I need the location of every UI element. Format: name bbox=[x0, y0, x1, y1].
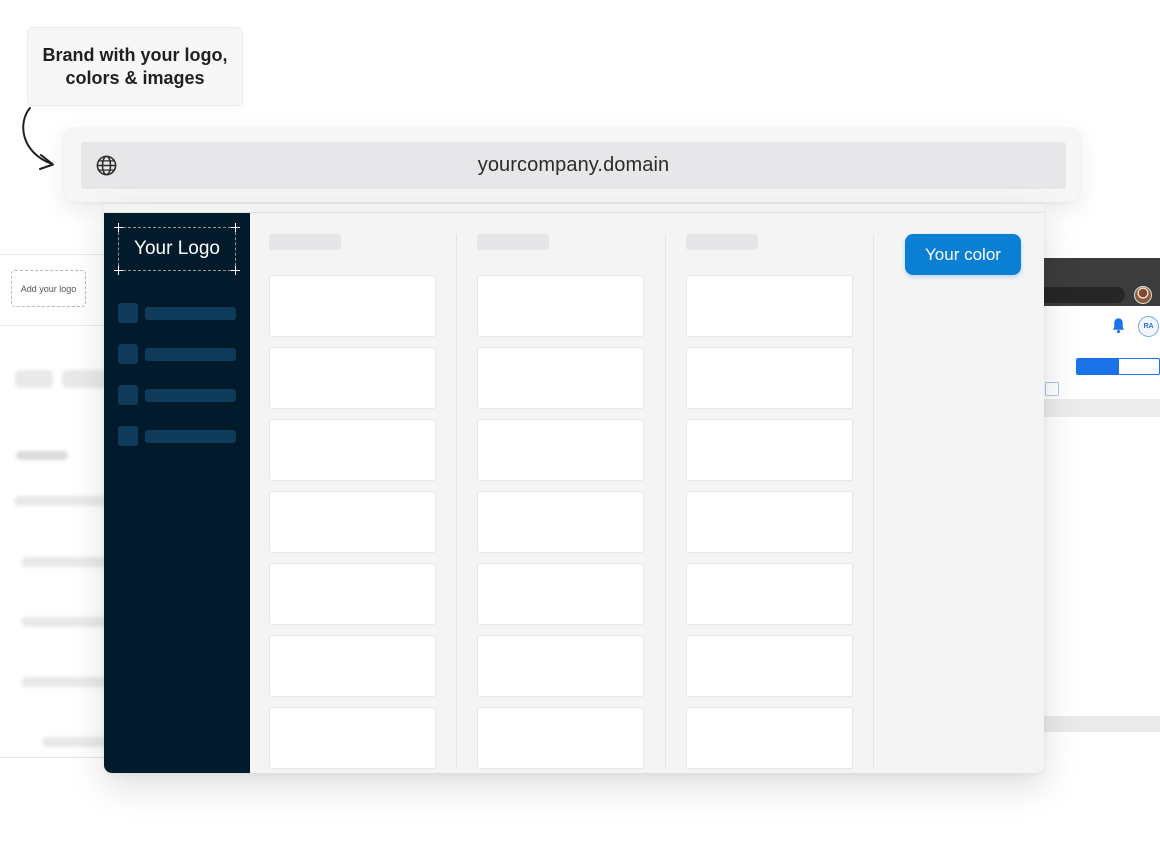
board-card[interactable] bbox=[686, 491, 853, 553]
sidebar-item[interactable] bbox=[118, 344, 236, 364]
crop-mark-icon bbox=[231, 266, 240, 275]
placeholder-bar bbox=[62, 370, 107, 388]
board-card[interactable] bbox=[686, 563, 853, 625]
column-header-placeholder bbox=[269, 234, 341, 250]
avatar[interactable] bbox=[1134, 286, 1152, 304]
board-card[interactable] bbox=[477, 491, 644, 553]
window-top-edge bbox=[104, 204, 1044, 213]
browser-url-bar-frame: yourcompany.domain bbox=[64, 127, 1080, 202]
sidebar-item[interactable] bbox=[118, 426, 236, 446]
board-card[interactable] bbox=[686, 707, 853, 769]
board-card[interactable] bbox=[269, 419, 436, 481]
add-logo-slot[interactable]: Add your logo bbox=[11, 270, 86, 307]
globe-icon bbox=[96, 155, 117, 176]
crop-mark-icon bbox=[114, 223, 123, 232]
sidebar: Your Logo bbox=[104, 213, 250, 773]
board-card[interactable] bbox=[269, 347, 436, 409]
marketing-canvas: Add your logo RA Brand with your logo, c… bbox=[0, 0, 1160, 850]
board-card[interactable] bbox=[269, 707, 436, 769]
board-card[interactable] bbox=[686, 419, 853, 481]
logo-placeholder[interactable]: Your Logo bbox=[118, 227, 236, 271]
board-card[interactable] bbox=[686, 347, 853, 409]
board-card[interactable] bbox=[477, 275, 644, 337]
divider bbox=[0, 325, 120, 326]
board-column bbox=[458, 213, 666, 773]
board-card[interactable] bbox=[269, 491, 436, 553]
nav-icon bbox=[118, 426, 138, 446]
nav-icon bbox=[118, 303, 138, 323]
your-color-button[interactable]: Your color bbox=[905, 234, 1021, 275]
sidebar-item[interactable] bbox=[118, 303, 236, 323]
board-card[interactable] bbox=[477, 347, 644, 409]
placeholder-bar bbox=[16, 451, 68, 460]
url-text: yourcompany.domain bbox=[477, 154, 670, 176]
table-header-strip bbox=[1044, 399, 1160, 417]
board-card[interactable] bbox=[477, 635, 644, 697]
callout-text: Brand with your logo, colors & images bbox=[42, 44, 228, 88]
address-pill bbox=[1030, 287, 1125, 303]
board-column bbox=[667, 213, 875, 773]
board-card[interactable] bbox=[269, 275, 436, 337]
board-card[interactable] bbox=[477, 707, 644, 769]
logo-text: Your Logo bbox=[134, 238, 220, 259]
nav-icon bbox=[118, 385, 138, 405]
bell-icon[interactable] bbox=[1110, 317, 1127, 334]
placeholder-bar bbox=[42, 737, 112, 747]
placeholder-bar bbox=[21, 557, 111, 567]
address-bar[interactable]: yourcompany.domain bbox=[81, 142, 1066, 189]
placeholder-bar bbox=[14, 496, 114, 506]
background-window-right: RA bbox=[1030, 258, 1160, 773]
placeholder-bar bbox=[21, 617, 111, 627]
board-card[interactable] bbox=[477, 419, 644, 481]
nav-icon bbox=[118, 344, 138, 364]
checkbox[interactable] bbox=[1045, 382, 1059, 396]
feature-callout: Brand with your logo, colors & images bbox=[27, 27, 243, 106]
crop-mark-icon bbox=[231, 223, 240, 232]
crop-mark-icon bbox=[114, 266, 123, 275]
board-card[interactable] bbox=[686, 275, 853, 337]
user-initials-avatar[interactable]: RA bbox=[1138, 316, 1159, 337]
board-column bbox=[250, 213, 458, 773]
column-header-placeholder bbox=[477, 234, 549, 250]
board-card[interactable] bbox=[477, 563, 644, 625]
background-window-left: Add your logo bbox=[0, 254, 120, 758]
placeholder-bar bbox=[15, 370, 53, 388]
table-footer-strip bbox=[1044, 716, 1160, 732]
curved-arrow-icon bbox=[22, 107, 54, 170]
sidebar-item[interactable] bbox=[118, 385, 236, 405]
toggle-switch[interactable] bbox=[1076, 358, 1160, 375]
board-card[interactable] bbox=[269, 635, 436, 697]
app-window: Your Logo Your color bbox=[104, 204, 1044, 773]
placeholder-bar bbox=[21, 677, 111, 687]
board-card[interactable] bbox=[686, 635, 853, 697]
board-card[interactable] bbox=[269, 563, 436, 625]
column-header-placeholder bbox=[686, 234, 758, 250]
